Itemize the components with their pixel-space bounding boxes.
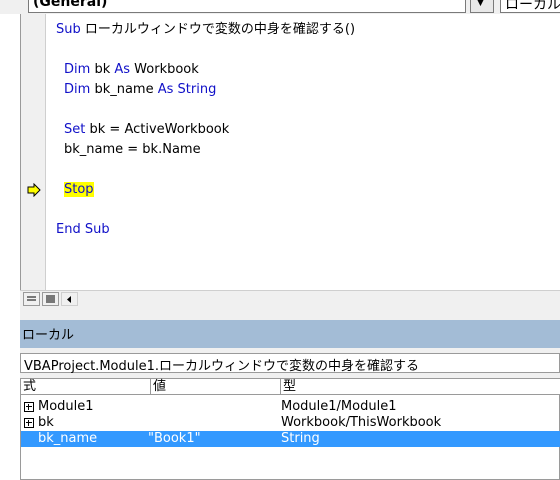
code-line-sub-declaration[interactable]: Sub ローカルウィンドウで変数の中身を確認する() — [56, 22, 355, 38]
locals-context-text: VBAProject.Module1.ローカルウィンドウで変数の中身を確認する — [24, 359, 419, 374]
expand-icon[interactable] — [24, 402, 34, 412]
column-header-value-label: 値 — [153, 379, 167, 394]
column-header-expression[interactable]: 式 — [21, 379, 151, 395]
variable-bk: bk — [94, 62, 111, 77]
procedure-view-icon — [27, 296, 36, 301]
code-margin-indicator-bar[interactable] — [20, 14, 46, 290]
sub-name: ローカルウィンドウで変数の中身を確認する() — [84, 22, 356, 37]
procedure-combo[interactable]: ローカル — [500, 0, 560, 13]
code-line-dim-bk-name[interactable]: Dim bk_name As String — [64, 82, 216, 98]
procedure-combo-value: ローカル — [505, 0, 560, 13]
type-string: String — [177, 82, 217, 97]
keyword-stop-current-line: Stop — [64, 182, 94, 197]
full-module-view-icon — [46, 295, 55, 303]
locals-grid: 式 値 型 Module1 Module1/Module1 bk Workboo… — [20, 378, 560, 480]
chevron-down-icon: ▼ — [477, 0, 484, 8]
code-line-dim-bk[interactable]: Dim bk As Workbook — [64, 62, 199, 78]
full-module-view-button[interactable] — [42, 292, 59, 306]
locals-window-title-bar[interactable]: ローカル — [20, 320, 560, 348]
keyword-sub: Sub — [56, 22, 81, 37]
variable-bk-name: bk_name — [94, 82, 154, 97]
window-separator — [20, 306, 560, 320]
column-header-type[interactable]: 型 — [281, 379, 560, 395]
procedure-view-button[interactable] — [23, 292, 40, 306]
keyword-as: As — [157, 82, 174, 97]
type-workbook: Workbook — [134, 62, 199, 77]
code-line-assign-bk-name[interactable]: bk_name = bk.Name — [64, 142, 201, 158]
keyword-dim: Dim — [64, 62, 91, 77]
expand-icon[interactable] — [24, 418, 34, 428]
locals-window-title: ローカル — [22, 328, 75, 343]
row-expression: bk — [38, 415, 54, 430]
row-value: "Book1" — [148, 431, 201, 446]
locals-row-bk-name-selected[interactable]: bk_name "Book1" String — [21, 431, 560, 447]
column-header-expression-label: 式 — [23, 379, 37, 394]
keyword-set: Set — [64, 122, 86, 137]
code-line-end-sub[interactable]: End Sub — [56, 222, 110, 238]
row-type: String — [281, 431, 320, 446]
code-line-set-bk[interactable]: Set bk = ActiveWorkbook — [64, 122, 229, 138]
code-bottom-bar — [20, 290, 560, 306]
execution-arrow-icon — [27, 183, 41, 197]
locals-row-bk[interactable]: bk Workbook/ThisWorkbook — [21, 415, 560, 431]
keyword-as: As — [114, 62, 131, 77]
column-header-value[interactable]: 値 — [151, 379, 281, 395]
locals-context-box[interactable]: VBAProject.Module1.ローカルウィンドウで変数の中身を確認する — [20, 353, 560, 374]
set-statement: bk = ActiveWorkbook — [89, 122, 230, 137]
code-line-stop[interactable]: Stop — [64, 182, 94, 198]
keyword-end-sub: End Sub — [56, 222, 110, 237]
row-type: Module1/Module1 — [281, 399, 397, 414]
locals-row-module1[interactable]: Module1 Module1/Module1 — [21, 399, 560, 415]
row-expression: bk_name — [38, 431, 98, 446]
scroll-left-icon — [67, 296, 71, 303]
row-type: Workbook/ThisWorkbook — [281, 415, 442, 430]
assign-statement: bk_name = bk.Name — [64, 142, 201, 157]
column-header-type-label: 型 — [283, 379, 297, 394]
object-combo-value: (General) — [33, 0, 108, 10]
scroll-left-button[interactable] — [61, 292, 78, 306]
object-combo-dropdown-button[interactable]: ▼ — [470, 0, 494, 13]
object-combo[interactable]: (General) — [28, 0, 466, 13]
object-combo-bar: (General) ▼ ローカル — [0, 0, 560, 14]
row-expression: Module1 — [38, 399, 94, 414]
keyword-dim: Dim — [64, 82, 91, 97]
